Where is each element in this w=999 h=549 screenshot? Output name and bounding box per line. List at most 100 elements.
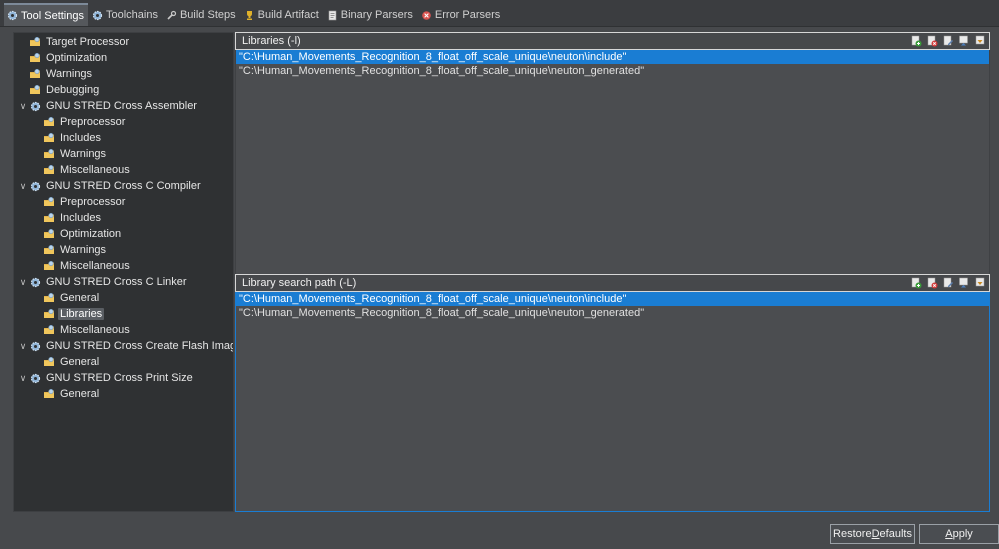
- tree-item[interactable]: Miscellaneous: [43, 258, 132, 274]
- tree-item[interactable]: Warnings: [43, 146, 108, 162]
- tab-toolchains[interactable]: Toolchains: [89, 4, 162, 26]
- tree-item[interactable]: ∨ GNU STRED Cross Create Flash Image: [17, 338, 234, 354]
- folder-settings-icon: [43, 132, 55, 144]
- tree-item[interactable]: General: [43, 354, 101, 370]
- tree-item-label: GNU STRED Cross Create Flash Image: [46, 340, 234, 352]
- tree-item-label: Warnings: [46, 68, 93, 80]
- move-down-icon[interactable]: [974, 35, 986, 47]
- tab-label: Error Parsers: [434, 9, 501, 21]
- folder-settings-icon: [43, 244, 55, 256]
- tree-item-label: Includes: [60, 132, 101, 144]
- folder-settings-icon: [29, 36, 41, 48]
- tree-item[interactable]: Optimization: [43, 226, 123, 242]
- settings-tree[interactable]: Target Processor Optimization Warnings Debu…: [13, 32, 234, 512]
- folder-settings-icon: [43, 116, 55, 128]
- tree-item-label: Target Processor: [46, 36, 130, 48]
- folder-settings-icon: [43, 292, 55, 304]
- tree-item-label: General: [60, 292, 100, 304]
- libraries-title: Libraries (-l): [242, 35, 301, 47]
- gear-icon: [29, 372, 41, 384]
- apply-button[interactable]: Apply: [919, 524, 999, 544]
- folder-settings-icon: [43, 164, 55, 176]
- chevron-down-icon[interactable]: ∨: [17, 277, 29, 288]
- tree-item-label: Includes: [60, 212, 101, 224]
- tree-item-label: Preprocessor: [60, 116, 126, 128]
- tree-item[interactable]: Libraries: [43, 306, 105, 322]
- move-down-icon[interactable]: [974, 277, 986, 289]
- tree-item[interactable]: ∨ GNU STRED Cross C Linker: [17, 274, 189, 290]
- move-up-icon[interactable]: [958, 35, 970, 47]
- tree-item-label: Optimization: [46, 52, 108, 64]
- chevron-down-icon[interactable]: ∨: [17, 101, 29, 112]
- tab-label: Tool Settings: [21, 9, 84, 22]
- gear-icon: [29, 340, 41, 352]
- list-item[interactable]: "C:\Human_Movements_Recognition_8_float_…: [236, 50, 989, 64]
- tree-item[interactable]: Warnings: [43, 242, 108, 258]
- tree-item[interactable]: Preprocessor: [43, 194, 127, 210]
- tab-build-steps[interactable]: Build Steps: [163, 4, 240, 26]
- tree-item[interactable]: General: [43, 290, 101, 306]
- tree-item[interactable]: Debugging: [29, 82, 101, 98]
- tree-item[interactable]: Includes: [43, 130, 103, 146]
- libraries-header: Libraries (-l): [235, 32, 990, 50]
- list-item[interactable]: "C:\Human_Movements_Recognition_8_float_…: [236, 306, 989, 320]
- tree-item[interactable]: ∨ GNU STRED Cross Assembler: [17, 98, 199, 114]
- delete-icon[interactable]: [926, 277, 938, 289]
- tree-item[interactable]: ∨ GNU STRED Cross Print Size: [17, 370, 195, 386]
- tree-item[interactable]: Target Processor: [29, 34, 131, 50]
- restore-defaults-button[interactable]: Restore Defaults: [830, 524, 915, 544]
- gear-icon: [29, 276, 41, 288]
- tab-binary-parsers[interactable]: Binary Parsers: [324, 4, 417, 26]
- gear-icon: [29, 180, 41, 192]
- error-icon: [421, 10, 432, 21]
- tab-build-artifact[interactable]: Build Artifact: [241, 4, 323, 26]
- tree-item-label: Optimization: [60, 228, 122, 240]
- add-icon[interactable]: [910, 277, 922, 289]
- edit-icon[interactable]: [942, 35, 954, 47]
- library-search-path-header: Library search path (-L): [235, 274, 990, 292]
- folder-settings-icon: [43, 228, 55, 240]
- edit-icon[interactable]: [942, 277, 954, 289]
- library-search-path-list[interactable]: "C:\Human_Movements_Recognition_8_float_…: [235, 292, 990, 512]
- tree-item-label: Libraries: [58, 308, 105, 320]
- folder-settings-icon: [43, 356, 55, 368]
- delete-icon[interactable]: [926, 35, 938, 47]
- list-item[interactable]: "C:\Human_Movements_Recognition_8_float_…: [236, 64, 989, 78]
- tab-label: Toolchains: [105, 9, 158, 21]
- tree-item-label: Miscellaneous: [60, 324, 130, 336]
- tree-item[interactable]: Preprocessor: [43, 114, 127, 130]
- tree-item[interactable]: General: [43, 386, 101, 402]
- tree-item[interactable]: Warnings: [29, 66, 94, 82]
- tab-error-parsers[interactable]: Error Parsers: [418, 4, 504, 26]
- tree-item[interactable]: Miscellaneous: [43, 162, 132, 178]
- tree-item[interactable]: Miscellaneous: [43, 322, 132, 338]
- trophy-icon: [244, 10, 255, 21]
- tree-item-label: Miscellaneous: [60, 260, 130, 272]
- add-icon[interactable]: [910, 35, 922, 47]
- folder-settings-icon: [43, 324, 55, 336]
- gear-icon: [92, 10, 103, 21]
- folder-settings-icon: [29, 84, 41, 96]
- library-search-path-group: Library search path (-L) "C:\Human_Movem…: [235, 274, 990, 512]
- tab-tool-settings[interactable]: Tool Settings: [4, 3, 88, 26]
- libraries-list[interactable]: "C:\Human_Movements_Recognition_8_float_…: [235, 50, 990, 287]
- folder-settings-icon: [43, 212, 55, 224]
- gear-icon: [7, 10, 18, 21]
- tree-item[interactable]: Optimization: [29, 50, 109, 66]
- tree-item-label: Miscellaneous: [60, 164, 130, 176]
- folder-settings-icon: [43, 260, 55, 272]
- chevron-down-icon[interactable]: ∨: [17, 373, 29, 384]
- tree-item-label: General: [60, 388, 100, 400]
- chevron-down-icon[interactable]: ∨: [17, 181, 29, 192]
- list-item[interactable]: "C:\Human_Movements_Recognition_8_float_…: [236, 292, 989, 306]
- tab-label: Build Artifact: [257, 9, 319, 21]
- folder-settings-icon: [29, 52, 41, 64]
- folder-settings-icon: [29, 68, 41, 80]
- move-up-icon[interactable]: [958, 277, 970, 289]
- library-search-path-title: Library search path (-L): [242, 277, 357, 289]
- tree-item[interactable]: ∨ GNU STRED Cross C Compiler: [17, 178, 203, 194]
- tree-item-label: GNU STRED Cross Assembler: [46, 100, 197, 112]
- chevron-down-icon[interactable]: ∨: [17, 341, 29, 352]
- tree-item[interactable]: Includes: [43, 210, 103, 226]
- tab-label: Build Steps: [179, 9, 236, 21]
